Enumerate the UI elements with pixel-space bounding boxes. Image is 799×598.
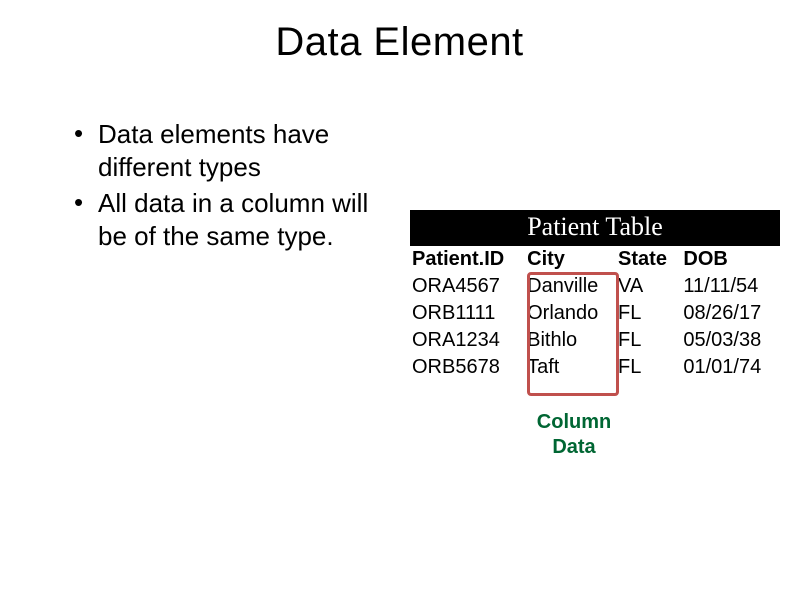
caption-line: Column bbox=[537, 411, 611, 433]
column-data-label: Column Data bbox=[524, 410, 624, 460]
caption-line: Data bbox=[552, 436, 595, 458]
cell-city: Orlando bbox=[525, 300, 616, 327]
col-header: State bbox=[616, 246, 681, 273]
table-row: ORB5678 Taft FL 01/01/74 bbox=[410, 354, 780, 381]
bullet-list: Data elements have different types All d… bbox=[70, 118, 370, 256]
slide-title: Data Element bbox=[0, 20, 799, 65]
cell-state: FL bbox=[616, 327, 681, 354]
cell-patientid: ORB1111 bbox=[410, 300, 525, 327]
cell-city: Taft bbox=[525, 354, 616, 381]
cell-city: Danville bbox=[525, 273, 616, 300]
cell-city: Bithlo bbox=[525, 327, 616, 354]
cell-patientid: ORA4567 bbox=[410, 273, 525, 300]
patient-table-container: Patient Table Patient.ID City State DOB … bbox=[410, 210, 780, 381]
cell-patientid: ORB5678 bbox=[410, 354, 525, 381]
bullet-text: All data in a column will be of the same… bbox=[98, 188, 368, 251]
cell-dob: 01/01/74 bbox=[681, 354, 780, 381]
cell-dob: 05/03/38 bbox=[681, 327, 780, 354]
bullet-item: Data elements have different types bbox=[70, 118, 370, 183]
cell-state: VA bbox=[616, 273, 681, 300]
cell-state: FL bbox=[616, 354, 681, 381]
table-row: ORA1234 Bithlo FL 05/03/38 bbox=[410, 327, 780, 354]
slide: Data Element Data elements have differen… bbox=[0, 0, 799, 598]
cell-state: FL bbox=[616, 300, 681, 327]
bullet-text: Data elements have different types bbox=[98, 119, 329, 182]
cell-dob: 11/11/54 bbox=[681, 273, 780, 300]
col-header: DOB bbox=[681, 246, 780, 273]
col-header: Patient.ID bbox=[410, 246, 525, 273]
cell-dob: 08/26/17 bbox=[681, 300, 780, 327]
table-header-row: Patient.ID City State DOB bbox=[410, 246, 780, 273]
table-caption: Patient Table bbox=[410, 210, 780, 246]
table-row: ORA4567 Danville VA 11/11/54 bbox=[410, 273, 780, 300]
bullet-item: All data in a column will be of the same… bbox=[70, 187, 370, 252]
cell-patientid: ORA1234 bbox=[410, 327, 525, 354]
table-row: ORB1111 Orlando FL 08/26/17 bbox=[410, 300, 780, 327]
col-header: City bbox=[525, 246, 616, 273]
patient-table: Patient.ID City State DOB ORA4567 Danvil… bbox=[410, 246, 780, 381]
